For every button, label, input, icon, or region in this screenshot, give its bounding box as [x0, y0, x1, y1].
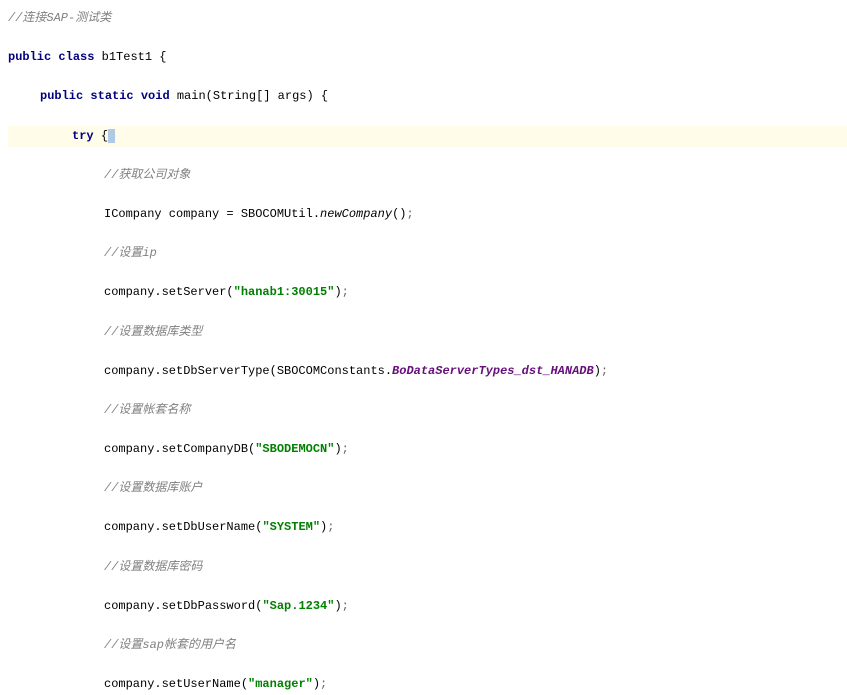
blank-line	[8, 578, 847, 596]
comment-text: //设置帐套名称	[104, 403, 190, 417]
comment-line: //获取公司对象	[8, 165, 847, 186]
comment-line: //设置ip	[8, 243, 847, 264]
kw-try: try	[72, 129, 94, 143]
kw-public: public	[8, 50, 51, 64]
static-method: newCompany	[320, 207, 392, 221]
kw-public: public	[40, 89, 83, 103]
statement-line: company.setUserName("manager");	[8, 674, 847, 695]
comment-line: //设置sap帐套的用户名	[8, 635, 847, 656]
class-declaration: public class b1Test1 {	[8, 47, 847, 68]
kw-static: static	[90, 89, 133, 103]
comment-text: //连接SAP-测试类	[8, 11, 111, 25]
try-line-current: try {	[8, 126, 847, 147]
blank-line	[8, 617, 847, 635]
kw-class: class	[58, 50, 94, 64]
blank-line	[8, 343, 847, 361]
blank-line	[8, 460, 847, 478]
string-literal: "SBODEMOCN"	[255, 442, 334, 456]
blank-line	[8, 68, 847, 86]
main-method-declaration: public static void main(String[] args) {	[8, 86, 847, 107]
comment-line: //设置数据库类型	[8, 322, 847, 343]
open-brace: {	[101, 129, 108, 143]
comment-text: //设置ip	[104, 246, 157, 260]
blank-line	[8, 304, 847, 322]
blank-line	[8, 225, 847, 243]
blank-line	[8, 382, 847, 400]
comment-line: //设置帐套名称	[8, 400, 847, 421]
comment-text: //设置sap帐套的用户名	[104, 638, 236, 652]
class-name: b1Test1	[102, 50, 152, 64]
method-params: (String[] args)	[206, 89, 314, 103]
code-editor[interactable]: //连接SAP-测试类 public class b1Test1 { publi…	[8, 8, 847, 695]
text-cursor	[108, 129, 115, 143]
blank-line	[8, 264, 847, 282]
statement-line: company.setDbServerType(SBOCOMConstants.…	[8, 361, 847, 382]
constant-ref: BoDataServerTypes_dst_HANADB	[392, 364, 594, 378]
blank-line	[8, 656, 847, 674]
comment-line: //设置数据库账户	[8, 478, 847, 499]
comment-line: //设置数据库密码	[8, 557, 847, 578]
string-literal: "manager"	[248, 677, 313, 691]
open-brace: {	[321, 89, 328, 103]
string-literal: "SYSTEM"	[262, 520, 320, 534]
statement-line: company.setDbPassword("Sap.1234");	[8, 596, 847, 617]
statement-line: company.setServer("hanab1:30015");	[8, 282, 847, 303]
method-name: main	[177, 89, 206, 103]
blank-line	[8, 499, 847, 517]
blank-line	[8, 186, 847, 204]
comment-line: //连接SAP-测试类	[8, 8, 847, 29]
blank-line	[8, 29, 847, 47]
string-literal: "hanab1:30015"	[234, 285, 335, 299]
statement-line: company.setDbUserName("SYSTEM");	[8, 517, 847, 538]
string-literal: "Sap.1234"	[262, 599, 334, 613]
kw-void: void	[141, 89, 170, 103]
blank-line	[8, 147, 847, 165]
blank-line	[8, 108, 847, 126]
comment-text: //设置数据库账户	[104, 481, 202, 495]
statement-line: ICompany company = SBOCOMUtil.newCompany…	[8, 204, 847, 225]
blank-line	[8, 421, 847, 439]
comment-text: //获取公司对象	[104, 168, 190, 182]
comment-text: //设置数据库类型	[104, 325, 202, 339]
statement-line: company.setCompanyDB("SBODEMOCN");	[8, 439, 847, 460]
blank-line	[8, 539, 847, 557]
open-brace: {	[159, 50, 166, 64]
